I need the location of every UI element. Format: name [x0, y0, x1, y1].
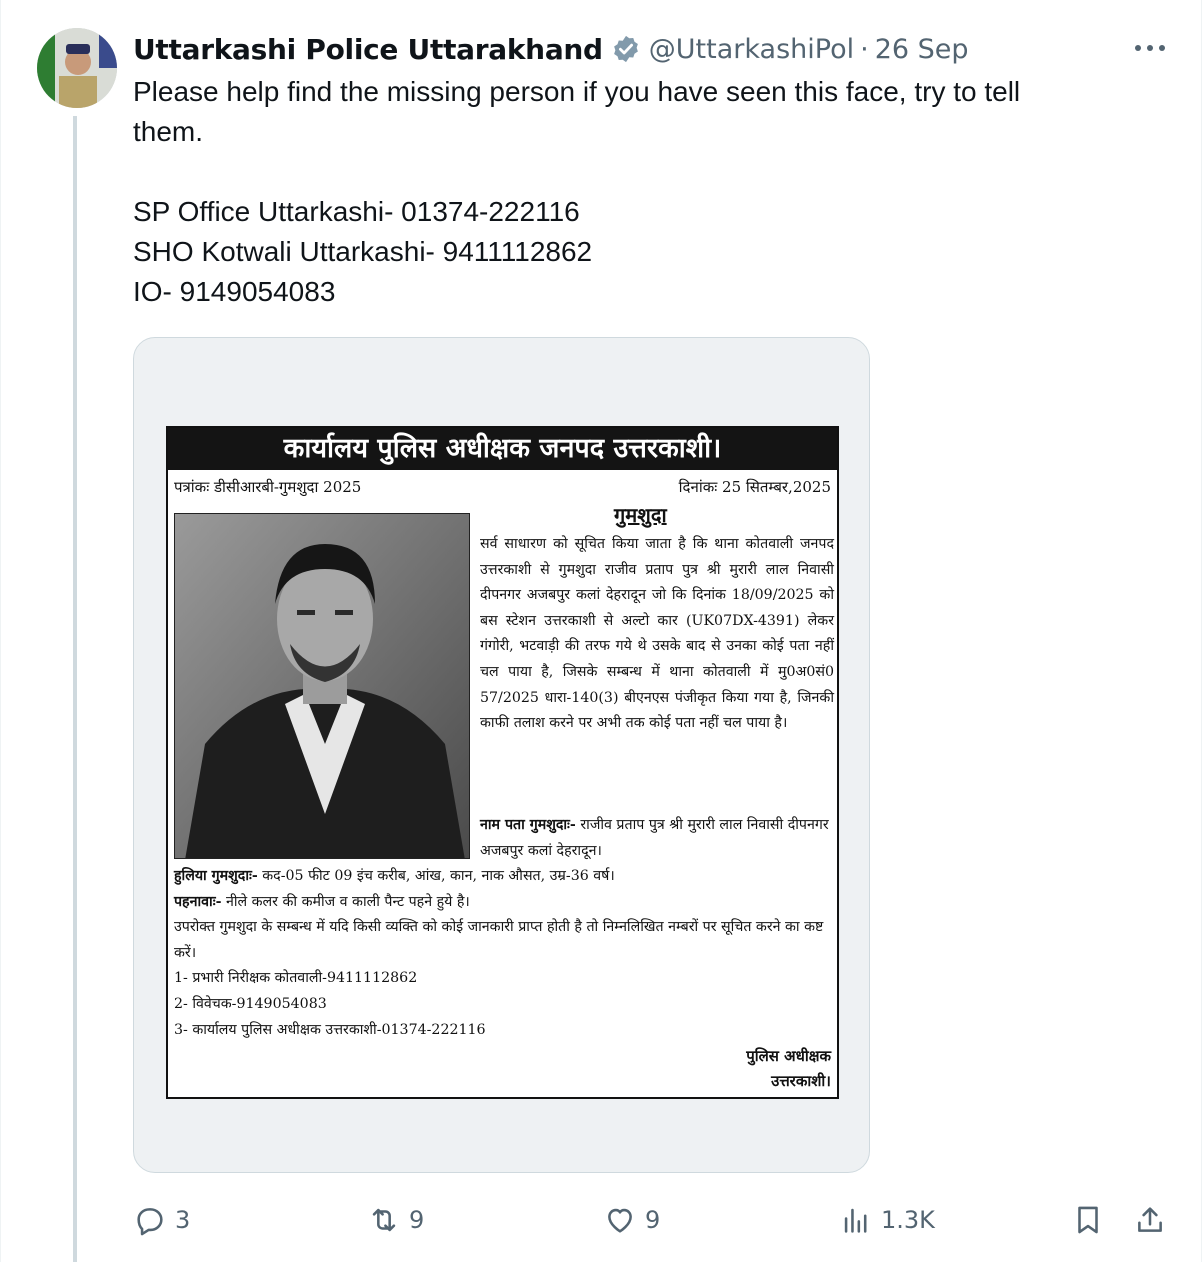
bookmark-icon	[1078, 1206, 1098, 1234]
reply-icon	[137, 1208, 163, 1236]
missing-person-notice: कार्यालय पुलिस अधीक्षक जनपद उत्तरकाशी। प…	[166, 426, 839, 1099]
repost-count: 9	[409, 1206, 425, 1234]
tweet-date[interactable]: 26 Sep	[875, 34, 969, 65]
signature-title: पुलिस अधीक्षक	[746, 1047, 831, 1065]
notice-name-row: नाम पता गुमशुदाः- राजीव प्रताप पुत्र श्र…	[480, 813, 834, 864]
contact-line: 2- विवेचक-9149054083	[174, 995, 327, 1012]
views-button[interactable]: 1.3K	[839, 1198, 935, 1242]
description-label: हुलिया गुमशुदाः-	[174, 868, 258, 884]
more-icon[interactable]	[1130, 36, 1170, 60]
like-button[interactable]: 9	[603, 1198, 660, 1242]
notice-title: कार्यालय पुलिस अधीक्षक जनपद उत्तरकाशी।	[168, 428, 837, 470]
tweet-line: SP Office Uttarkashi- 01374-222116	[133, 196, 580, 227]
bookmark-button[interactable]	[1071, 1198, 1105, 1242]
tweet-text: Please help find the missing person if y…	[133, 72, 1133, 312]
views-count: 1.3K	[881, 1206, 935, 1234]
author-handle[interactable]: @UttarkashiPol	[649, 34, 854, 65]
action-bar: 3 9 9 1.3K	[133, 1198, 1173, 1242]
verified-badge-icon	[613, 35, 638, 63]
tweet-header: Uttarkashi Police Uttarakhand @Uttarkash…	[133, 28, 969, 70]
notice-date: दिनांकः 25 सितम्बर,2025	[678, 478, 831, 496]
clothing-label: पहनावाः-	[174, 893, 222, 910]
contact-line: 3- कार्यालय पुलिस अधीक्षक उत्तरकाशी-0137…	[174, 1021, 486, 1038]
reply-count: 3	[175, 1206, 191, 1234]
notice-ref: पत्रांकः डीसीआरबी-गुमशुदा 2025	[174, 478, 362, 496]
missing-heading: गुमशुदा	[614, 503, 667, 527]
notice-body: सर्व साधारण को सूचित किया जाता है कि थान…	[480, 536, 834, 732]
share-icon	[1138, 1207, 1162, 1232]
description-value: कद-05 फीट 09 इंच करीब, आंख, कान, नाक औसत…	[262, 868, 615, 884]
thread-line	[73, 116, 77, 1262]
separator-dot: ·	[860, 33, 869, 65]
tweet-line: SHO Kotwali Uttarkashi- 9411112862	[133, 236, 593, 267]
clothing-row: पहनावाः- नीले कलर की कमीज व काली पैन्ट प…	[174, 890, 834, 916]
contact-line: 1- प्रभारी निरीक्षक कोतवाली-9411112862	[174, 970, 418, 987]
avatar-image	[37, 28, 117, 108]
notice-details: हुलिया गुमशुदाः- कद-05 फीट 09 इंच करीब, …	[174, 864, 834, 1043]
like-icon	[608, 1208, 632, 1233]
tweet-line: them.	[133, 116, 204, 147]
missing-person-photo	[174, 513, 470, 859]
tweet-line: Please help find the missing person if y…	[133, 76, 1021, 107]
avatar[interactable]	[37, 28, 117, 108]
author-name[interactable]: Uttarkashi Police Uttarakhand	[133, 33, 603, 66]
tweet-media[interactable]: कार्यालय पुलिस अधीक्षक जनपद उत्तरकाशी। प…	[133, 337, 870, 1173]
repost-icon	[372, 1208, 396, 1232]
appeal-text: उपरोक्त गुमशुदा के सम्बन्ध में यदि किसी …	[174, 919, 824, 961]
reply-button[interactable]: 3	[133, 1198, 190, 1242]
tweet-line	[133, 152, 1133, 192]
share-button[interactable]	[1133, 1198, 1167, 1242]
repost-button[interactable]: 9	[367, 1198, 424, 1242]
description-row: हुलिया गुमशुदाः- कद-05 फीट 09 इंच करीब, …	[174, 864, 834, 890]
views-icon	[844, 1208, 867, 1233]
name-label: नाम पता गुमशुदाः-	[480, 817, 576, 833]
notice-signature: पुलिस अधीक्षक उत्तरकाशी।	[746, 1044, 831, 1094]
clothing-value: नीले कलर की कमीज व काली पैन्ट पहने हुये …	[225, 893, 470, 910]
signature-place: उत्तरकाशी।	[771, 1072, 831, 1090]
tweet-line: IO- 9149054083	[133, 276, 336, 307]
like-count: 9	[645, 1206, 661, 1234]
